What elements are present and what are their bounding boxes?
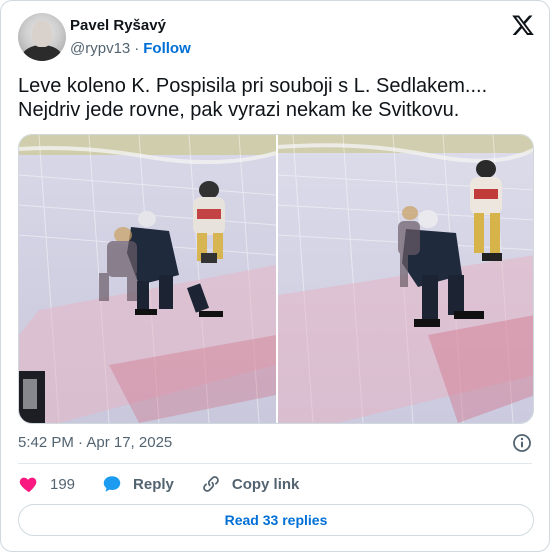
like-button[interactable]: 199 bbox=[18, 473, 75, 495]
tweet-media[interactable] bbox=[18, 134, 534, 424]
tweet-text-line-2: Nejdriv jede rovne, pak vyrazi nekam ke … bbox=[18, 99, 460, 121]
tweet-timestamp[interactable]: 5:42 PM · Apr 17, 2025 bbox=[18, 434, 172, 451]
x-logo-icon[interactable] bbox=[511, 13, 535, 37]
reply-bubble-icon bbox=[103, 476, 121, 492]
tweet-header: Pavel Ryšavý @rypv13 · Follow bbox=[18, 13, 535, 63]
author-avatar[interactable] bbox=[18, 13, 66, 61]
author-name[interactable]: Pavel Ryšavý bbox=[70, 17, 166, 34]
tweet-text: Leve koleno K. Pospisila pri souboji s L… bbox=[18, 74, 533, 122]
tweet-embed-card: Pavel Ryšavý @rypv13 · Follow Leve koleno … bbox=[0, 0, 550, 552]
link-icon bbox=[203, 476, 219, 492]
heart-icon bbox=[19, 477, 37, 493]
info-icon[interactable] bbox=[512, 433, 532, 453]
tweet-text-line-1: Leve koleno K. Pospisila pri souboji s L… bbox=[18, 75, 488, 97]
copy-link-button[interactable]: Copy link bbox=[200, 473, 300, 495]
copy-link-label: Copy link bbox=[231, 475, 300, 493]
reply-button[interactable]: Reply bbox=[101, 473, 174, 495]
author-handle[interactable]: @rypv13 bbox=[70, 40, 130, 57]
divider bbox=[18, 463, 532, 464]
media-frame-right[interactable] bbox=[278, 135, 534, 423]
follow-link[interactable]: Follow bbox=[143, 40, 191, 57]
media-frame-left[interactable] bbox=[19, 135, 276, 423]
read-replies-button[interactable]: Read 33 replies bbox=[18, 504, 534, 536]
action-bar: 199 Reply Copy link bbox=[18, 471, 325, 497]
reply-label: Reply bbox=[133, 475, 174, 493]
like-count: 199 bbox=[50, 475, 76, 493]
author-handle-line: @rypv13 · Follow bbox=[70, 40, 191, 57]
separator: · bbox=[134, 40, 140, 57]
